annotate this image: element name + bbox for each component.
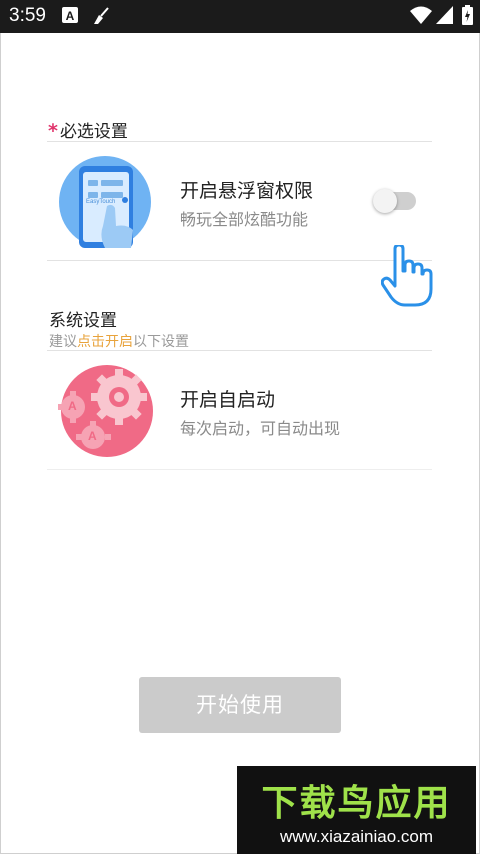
- battery-charging-icon: [462, 5, 473, 29]
- auto-start-row[interactable]: A A 开启自启动 每次启动，可自动出现: [47, 351, 432, 469]
- gears-illustration-icon: A A: [55, 363, 159, 459]
- required-title-text: 必选设置: [59, 122, 128, 142]
- wifi-icon: [410, 6, 432, 28]
- hint-suffix: 以下设置: [133, 334, 189, 350]
- system-section-hint: 建议点击开启以下设置: [49, 331, 189, 351]
- status-bar: 3:59 A: [0, 0, 480, 33]
- a-notification-icon: A: [62, 7, 78, 27]
- auto-start-subtitle: 每次启动，可自动出现: [180, 419, 341, 438]
- illustration-easytouch-label: EasyTouch: [86, 199, 116, 205]
- divider: [47, 469, 432, 470]
- start-button[interactable]: 开始使用: [139, 677, 341, 733]
- svg-text:A: A: [66, 9, 75, 23]
- floating-window-title: 开启悬浮窗权限: [180, 180, 314, 202]
- hint-prefix: 建议: [49, 334, 77, 350]
- auto-start-title: 开启自启动: [180, 389, 276, 411]
- watermark-title: 下载鸟应用: [261, 783, 452, 824]
- cell-signal-icon: [436, 6, 453, 28]
- required-section-title: * 必选设置: [48, 117, 128, 142]
- divider: [47, 260, 432, 261]
- gear-letter-a: A: [68, 399, 77, 413]
- phone-illustration-icon: EasyTouch: [59, 156, 151, 248]
- watermark-url: www.xiazainiao.com: [279, 827, 434, 846]
- floating-window-subtitle: 畅玩全部炫酷功能: [180, 210, 309, 229]
- hand-pointer-icon: [380, 243, 433, 307]
- floating-window-toggle[interactable]: [373, 189, 416, 213]
- watermark-banner: 下载鸟应用 www.xiazainiao.com: [237, 766, 476, 854]
- broom-icon: [92, 7, 110, 29]
- gear-letter-a: A: [88, 429, 97, 443]
- system-section-title: 系统设置: [49, 311, 117, 331]
- status-time: 3:59: [9, 5, 46, 26]
- required-star: *: [48, 120, 58, 142]
- toggle-knob: [373, 189, 397, 213]
- hint-highlight: 点击开启: [77, 334, 133, 350]
